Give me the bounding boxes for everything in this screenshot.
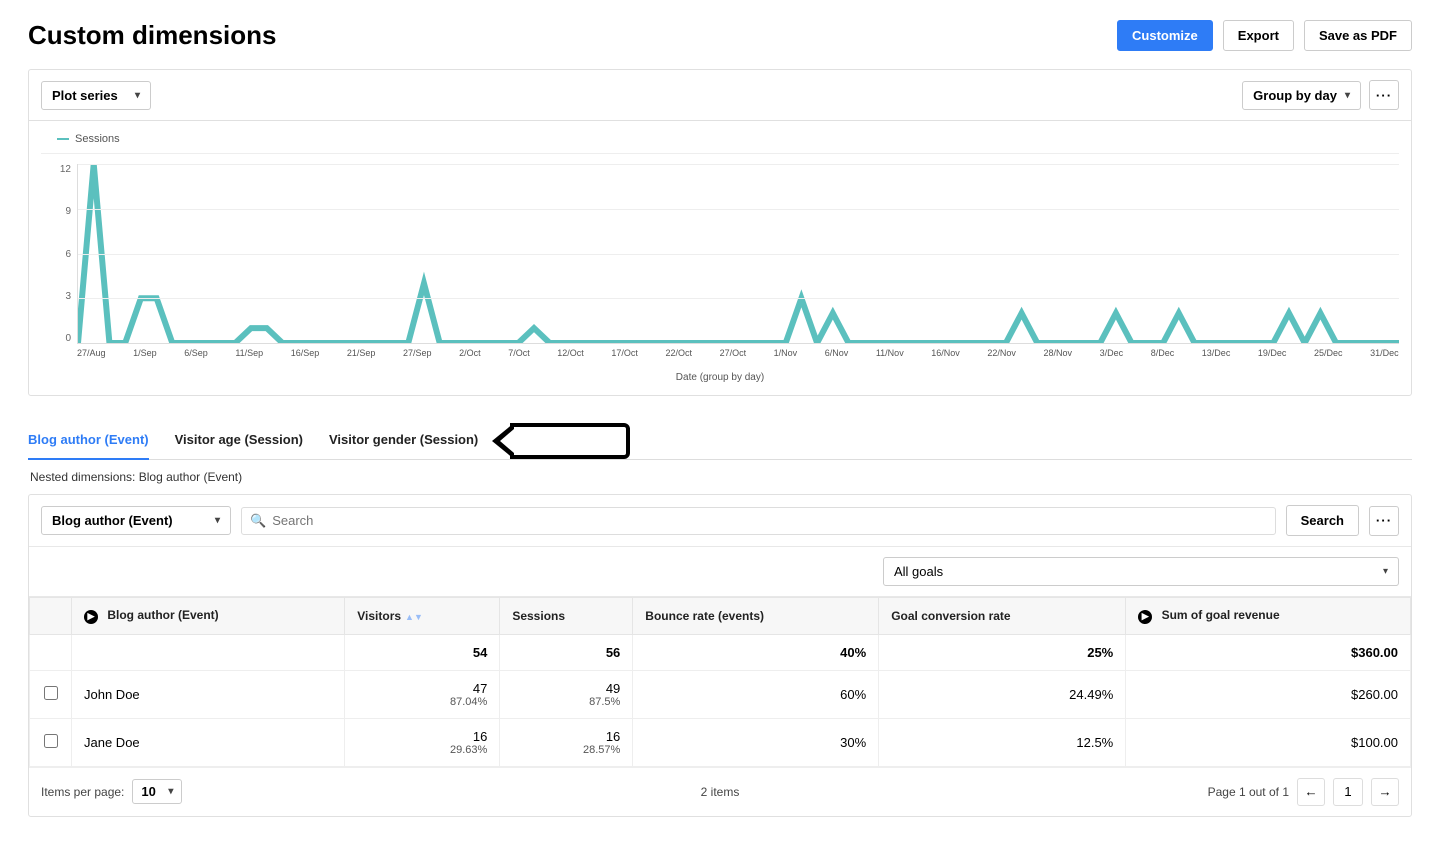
sort-icon: ▲▼ <box>405 612 423 622</box>
dimension-select-label: Blog author (Event) <box>52 513 173 528</box>
col-checkbox <box>30 598 72 635</box>
col-revenue[interactable]: ▶ Sum of goal revenue <box>1126 598 1411 635</box>
info-icon: ▶ <box>1138 610 1152 624</box>
table-more-button[interactable]: ··· <box>1369 506 1399 536</box>
col-visitors[interactable]: Visitors▲▼ <box>345 598 500 635</box>
chevron-down-icon: ▾ <box>1345 90 1350 101</box>
legend-swatch-icon <box>57 138 69 140</box>
goals-select-label: All goals <box>894 564 943 579</box>
chart-more-button[interactable]: ··· <box>1369 80 1399 110</box>
info-icon: ▶ <box>84 610 98 624</box>
arrow-left-icon: ← <box>1304 784 1317 799</box>
col-dimension[interactable]: ▶ Blog author (Event) <box>72 598 345 635</box>
tab-blog-author[interactable]: Blog author (Event) <box>28 422 149 459</box>
chevron-down-icon: ▾ <box>168 786 173 797</box>
export-button[interactable]: Export <box>1223 20 1294 51</box>
items-per-page-select[interactable]: 10 ▾ <box>132 779 182 804</box>
more-icon: ··· <box>1376 88 1392 103</box>
legend-series-label: Sessions <box>75 133 120 145</box>
next-page-button[interactable]: → <box>1371 778 1399 806</box>
item-count: 2 items <box>701 785 740 799</box>
table-row[interactable]: John Doe 4787.04% 4987.5% 60% 24.49% $26… <box>30 670 1411 718</box>
search-icon: 🔍 <box>250 513 266 529</box>
page-status: Page 1 out of 1 <box>1208 785 1289 799</box>
row-checkbox[interactable] <box>44 734 58 748</box>
col-bounce[interactable]: Bounce rate (events) <box>633 598 879 635</box>
row-checkbox[interactable] <box>44 686 58 700</box>
group-by-select[interactable]: Group by day ▾ <box>1242 81 1361 110</box>
items-per-page-label: Items per page: <box>41 785 124 799</box>
chevron-down-icon: ▾ <box>1383 566 1388 577</box>
search-input[interactable] <box>272 513 1266 528</box>
plot-series-label: Plot series <box>52 88 118 103</box>
tab-visitor-gender[interactable]: Visitor gender (Session) <box>329 422 478 459</box>
search-button[interactable]: Search <box>1286 505 1359 536</box>
col-conversion[interactable]: Goal conversion rate <box>879 598 1126 635</box>
arrow-right-icon: → <box>1378 784 1391 799</box>
group-by-label: Group by day <box>1253 88 1337 103</box>
totals-row: 54 56 40% 25% $360.00 <box>30 634 1411 670</box>
page-title: Custom dimensions <box>28 20 276 51</box>
row-name: John Doe <box>72 670 345 718</box>
chevron-down-icon: ▾ <box>215 515 220 526</box>
goals-select[interactable]: All goals ▾ <box>883 557 1399 586</box>
more-icon: ··· <box>1376 513 1392 528</box>
nested-dimensions-label: Nested dimensions: Blog author (Event) <box>28 460 1412 494</box>
plot-series-select[interactable]: Plot series ▾ <box>41 81 151 110</box>
line-chart: 129630 27/Aug1/Sep6/Sep11/Sep16/Sep21/Se… <box>41 160 1399 370</box>
customize-button[interactable]: Customize <box>1117 20 1213 51</box>
save-pdf-button[interactable]: Save as PDF <box>1304 20 1412 51</box>
x-axis-label: Date (group by day) <box>41 372 1399 383</box>
tab-visitor-age[interactable]: Visitor age (Session) <box>175 422 303 459</box>
row-name: Jane Doe <box>72 718 345 766</box>
callout-arrow-icon <box>510 423 630 459</box>
col-sessions[interactable]: Sessions <box>500 598 633 635</box>
dimension-select[interactable]: Blog author (Event) ▾ <box>41 506 231 535</box>
page-input[interactable] <box>1333 778 1363 806</box>
chevron-down-icon: ▾ <box>135 90 140 101</box>
table-row[interactable]: Jane Doe 1629.63% 1628.57% 30% 12.5% $10… <box>30 718 1411 766</box>
prev-page-button[interactable]: ← <box>1297 778 1325 806</box>
